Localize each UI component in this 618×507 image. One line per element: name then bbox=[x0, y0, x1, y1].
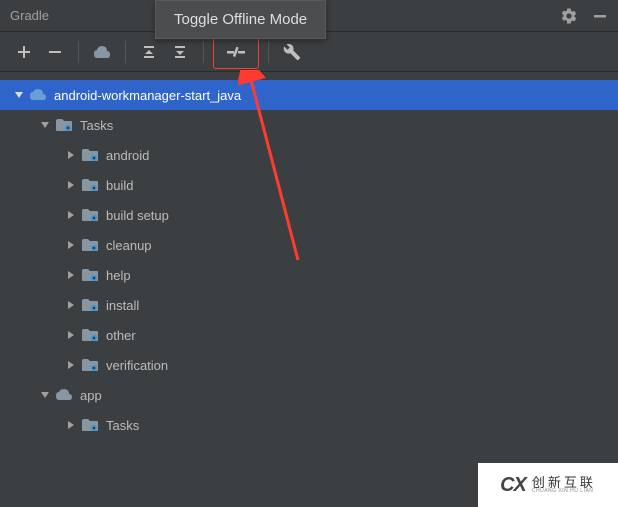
wrench-button[interactable] bbox=[278, 38, 306, 66]
separator bbox=[78, 41, 79, 63]
panel-header-actions bbox=[560, 7, 608, 25]
tree-label: android bbox=[106, 148, 149, 163]
tree-item[interactable]: Tasks bbox=[0, 410, 618, 440]
tree-label: other bbox=[106, 328, 136, 343]
watermark-icon: CX bbox=[500, 474, 526, 497]
tree-item[interactable]: verification bbox=[0, 350, 618, 380]
watermark-logo: CX 创新互联 CHUANG XIN HU LIAN bbox=[478, 463, 618, 507]
folder-gear-icon bbox=[80, 296, 100, 314]
chevron-right-icon[interactable] bbox=[64, 238, 78, 252]
add-button[interactable] bbox=[10, 38, 38, 66]
folder-gear-icon bbox=[80, 326, 100, 344]
tree-label: help bbox=[106, 268, 131, 283]
tree-item[interactable]: help bbox=[0, 260, 618, 290]
tree-label: Tasks bbox=[80, 118, 113, 133]
separator bbox=[268, 41, 269, 63]
folder-gear-icon bbox=[80, 206, 100, 224]
folder-gear-icon bbox=[54, 116, 74, 134]
folder-gear-icon bbox=[80, 176, 100, 194]
chevron-right-icon[interactable] bbox=[64, 268, 78, 282]
tree-item[interactable]: build bbox=[0, 170, 618, 200]
folder-gear-icon bbox=[80, 146, 100, 164]
chevron-down-icon[interactable] bbox=[12, 88, 26, 102]
sync-button[interactable] bbox=[88, 38, 116, 66]
chevron-down-icon[interactable] bbox=[38, 388, 52, 402]
tree-label: app bbox=[80, 388, 102, 403]
toggle-offline-mode-button[interactable] bbox=[213, 35, 259, 69]
elephant-icon bbox=[54, 386, 74, 404]
tree-label: install bbox=[106, 298, 139, 313]
folder-gear-icon bbox=[80, 356, 100, 374]
expand-all-button[interactable] bbox=[135, 38, 163, 66]
tooltip-text: Toggle Offline Mode bbox=[174, 11, 307, 28]
separator bbox=[203, 41, 204, 63]
chevron-down-icon[interactable] bbox=[38, 118, 52, 132]
tree-label: verification bbox=[106, 358, 168, 373]
watermark-sub: CHUANG XIN HU LIAN bbox=[532, 489, 596, 494]
collapse-all-button[interactable] bbox=[166, 38, 194, 66]
chevron-right-icon[interactable] bbox=[64, 298, 78, 312]
chevron-right-icon[interactable] bbox=[64, 208, 78, 222]
tree-label: android-workmanager-start_java bbox=[54, 88, 241, 103]
settings-icon[interactable] bbox=[560, 7, 578, 25]
tree-item-app[interactable]: app bbox=[0, 380, 618, 410]
tree-label: build bbox=[106, 178, 133, 193]
tree-item-tasks[interactable]: Tasks bbox=[0, 110, 618, 140]
chevron-right-icon[interactable] bbox=[64, 358, 78, 372]
panel-title: Gradle bbox=[10, 8, 49, 23]
tree-root-project[interactable]: android-workmanager-start_java bbox=[0, 80, 618, 110]
folder-gear-icon bbox=[80, 236, 100, 254]
tree-label: build setup bbox=[106, 208, 169, 223]
tree-item[interactable]: android bbox=[0, 140, 618, 170]
tooltip-toggle-offline: Toggle Offline Mode bbox=[155, 0, 326, 39]
chevron-right-icon[interactable] bbox=[64, 418, 78, 432]
separator bbox=[125, 41, 126, 63]
chevron-right-icon[interactable] bbox=[64, 148, 78, 162]
folder-gear-icon bbox=[80, 266, 100, 284]
tree-item[interactable]: cleanup bbox=[0, 230, 618, 260]
tree-label: cleanup bbox=[106, 238, 152, 253]
remove-button[interactable] bbox=[41, 38, 69, 66]
tree-item[interactable]: other bbox=[0, 320, 618, 350]
project-tree: android-workmanager-start_java Tasks and… bbox=[0, 72, 618, 440]
tree-item[interactable]: build setup bbox=[0, 200, 618, 230]
tree-label: Tasks bbox=[106, 418, 139, 433]
tree-item[interactable]: install bbox=[0, 290, 618, 320]
folder-gear-icon bbox=[80, 416, 100, 434]
elephant-icon bbox=[28, 86, 48, 104]
chevron-right-icon[interactable] bbox=[64, 328, 78, 342]
chevron-right-icon[interactable] bbox=[64, 178, 78, 192]
minimize-icon[interactable] bbox=[592, 8, 608, 24]
